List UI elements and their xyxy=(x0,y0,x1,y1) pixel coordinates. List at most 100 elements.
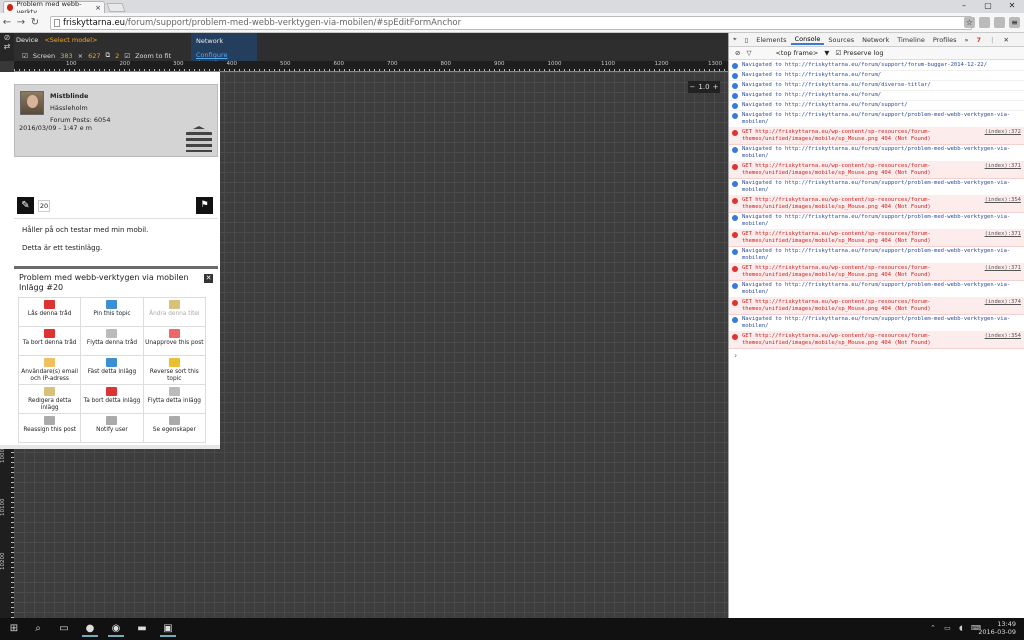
back-icon[interactable]: ← xyxy=(0,17,14,28)
inspect-icon[interactable]: ⌖ xyxy=(729,35,741,44)
devtools-tab[interactable]: Network xyxy=(858,36,893,44)
close-tab-icon[interactable]: × xyxy=(95,4,101,12)
close-devtools-icon[interactable]: ✕ xyxy=(1000,36,1013,44)
tool-action[interactable]: Reassign this post xyxy=(19,414,82,443)
tool-action[interactable]: Notify user xyxy=(81,414,144,443)
file-explorer-icon[interactable]: ▬ xyxy=(134,621,150,637)
source-link[interactable]: (index):371 xyxy=(985,163,1021,170)
tool-action[interactable]: Lås denna tråd xyxy=(19,298,82,327)
error-count-badge[interactable]: 7 xyxy=(972,36,985,44)
forward-icon[interactable]: → xyxy=(14,17,28,28)
tool-action[interactable]: Unapprove this post xyxy=(143,327,206,356)
tool-action[interactable]: Flytta denna tråd xyxy=(81,327,144,356)
screen-height-input[interactable]: 627 xyxy=(88,52,100,60)
chrome-icon[interactable]: ◉ xyxy=(108,621,124,637)
dpr-icon: ⧉ xyxy=(105,51,111,59)
tool-action[interactable]: Användare(s) email och IP-adress xyxy=(19,356,82,385)
maximize-button[interactable]: ▢ xyxy=(976,0,1000,12)
source-link[interactable]: (index):374 xyxy=(985,299,1021,306)
screen-checkbox-icon[interactable]: ☑ xyxy=(22,52,28,60)
context-select[interactable]: <top frame> xyxy=(775,49,818,57)
emulated-page-viewport: Mistblinde Hässleholm Forum Posts: 6054 … xyxy=(0,72,220,449)
zoom-to-fit-label: Zoom to fit xyxy=(135,51,172,60)
minimize-button[interactable]: – xyxy=(952,0,976,12)
swap-dimensions-icon[interactable]: ⇄ xyxy=(0,42,14,51)
email-icon xyxy=(44,358,56,367)
tool-action[interactable]: Ta bort detta inlägg xyxy=(81,385,144,414)
ruler-tick-label: 600 xyxy=(333,61,345,67)
source-link[interactable]: (index):354 xyxy=(985,333,1021,340)
search-icon[interactable]: ⌕ xyxy=(30,621,46,637)
tool-action[interactable]: Redigera detta inlägg xyxy=(19,385,82,414)
close-window-button[interactable]: ✕ xyxy=(1000,0,1024,12)
tool-action[interactable]: Fäst detta inlägg xyxy=(81,356,144,385)
address-bar[interactable]: friskyttarna.eu/forum/support/problem-me… xyxy=(50,16,972,30)
console-prompt[interactable]: › xyxy=(729,349,1024,362)
viewport-resize-handle[interactable] xyxy=(0,445,220,449)
tool-action[interactable]: Se egenskaper xyxy=(143,414,206,443)
devtools-tab[interactable]: Sources xyxy=(824,36,858,44)
post-index-badge: 20 xyxy=(38,200,50,212)
report-flag-icon[interactable]: ⚑ xyxy=(196,197,213,214)
context-dropdown-icon[interactable]: ▼ xyxy=(824,49,829,57)
post-body-line: Håller på och testar med min mobil. xyxy=(22,226,149,234)
author-name[interactable]: Mistblinde xyxy=(50,92,88,100)
stop-emulation-icon[interactable]: ⊘ xyxy=(0,33,14,42)
page-info-icon[interactable] xyxy=(54,19,60,27)
devtools-tab[interactable]: Profiles xyxy=(929,36,961,44)
source-link[interactable]: (index):354 xyxy=(985,197,1021,204)
devtools-tab[interactable]: Elements xyxy=(752,36,790,44)
zoom-fit-checkbox-icon[interactable]: ☑ xyxy=(124,52,130,60)
source-link[interactable]: (index):371 xyxy=(985,265,1021,272)
clear-console-icon[interactable]: ⊘ xyxy=(735,49,740,57)
source-link[interactable]: (index):372 xyxy=(985,129,1021,136)
task-view-icon[interactable]: ▭ xyxy=(56,621,72,637)
tool-action-label: Ta bort detta inlägg xyxy=(83,398,141,404)
tool-action[interactable]: Flytta detta inlägg xyxy=(143,385,206,414)
clock-time[interactable]: 13:49 xyxy=(978,620,1016,628)
devtools-tab[interactable]: » xyxy=(960,36,972,44)
screen-width-input[interactable]: 383 xyxy=(60,52,72,60)
menu-icon[interactable]: ≡ xyxy=(1009,17,1020,28)
error-icon xyxy=(732,334,738,340)
tool-action-label: Reassign this post xyxy=(23,427,76,433)
reassign-icon xyxy=(44,416,56,425)
extension-icon[interactable] xyxy=(979,17,990,28)
bookmark-star-icon[interactable]: ☆ xyxy=(964,17,975,28)
start-icon[interactable]: ⊞ xyxy=(6,621,22,637)
tool-action[interactable]: Reverse sort this topic xyxy=(143,356,206,385)
tools-wrench-icon[interactable]: ✎ xyxy=(17,197,34,214)
extension-icon-2[interactable] xyxy=(994,17,1005,28)
zoom-in-button[interactable]: + xyxy=(713,83,719,91)
devtools-tab[interactable]: Console xyxy=(790,35,825,45)
clock-date[interactable]: 2016-03-09 xyxy=(978,628,1016,636)
notify-icon xyxy=(106,416,118,425)
device-mode-icon[interactable]: ▯ xyxy=(741,36,753,44)
tool-action-label: Redigera detta inlägg xyxy=(28,398,72,411)
tool-action[interactable]: Ändra denna titel xyxy=(143,298,206,327)
new-tab-button[interactable] xyxy=(106,3,126,12)
avatar[interactable] xyxy=(20,91,44,115)
dpr-input[interactable]: 2 xyxy=(115,52,119,60)
device-model-select[interactable]: <Select model> xyxy=(44,36,97,44)
kebab-menu-icon[interactable]: ⋮ xyxy=(985,36,1000,44)
devtools-tab[interactable]: Timeline xyxy=(893,36,929,44)
browser-tab[interactable]: Problem med webb-verkty × xyxy=(3,0,105,16)
error-icon xyxy=(732,300,738,306)
tool-action[interactable]: Ta bort denna tråd xyxy=(19,327,82,356)
source-link[interactable]: (index):371 xyxy=(985,231,1021,238)
preserve-log-checkbox[interactable]: ☑ Preserve log xyxy=(835,49,883,57)
zoom-out-button[interactable]: − xyxy=(690,83,696,91)
system-tray-icons[interactable]: ⌃ ▭ ◖ ⌨ xyxy=(930,624,984,632)
reload-icon[interactable]: ↻ xyxy=(28,17,42,28)
tool-action-label: Ta bort denna tråd xyxy=(22,340,77,346)
tools-popup: Problem med webb-verktygen via mobilen I… xyxy=(14,266,218,443)
filter-icon[interactable]: ▽ xyxy=(746,49,751,57)
post-body-line: Detta är ett testinlägg. xyxy=(22,244,103,252)
tool-action[interactable]: Pin this topic xyxy=(81,298,144,327)
info-icon xyxy=(732,73,738,79)
outlook-icon[interactable]: ▣ xyxy=(160,621,176,637)
firefox-icon[interactable]: ● xyxy=(82,621,98,637)
close-icon[interactable]: ✕ xyxy=(204,274,213,283)
console-message-text: Navigated to http://friskyttarna.eu/foru… xyxy=(742,72,882,78)
